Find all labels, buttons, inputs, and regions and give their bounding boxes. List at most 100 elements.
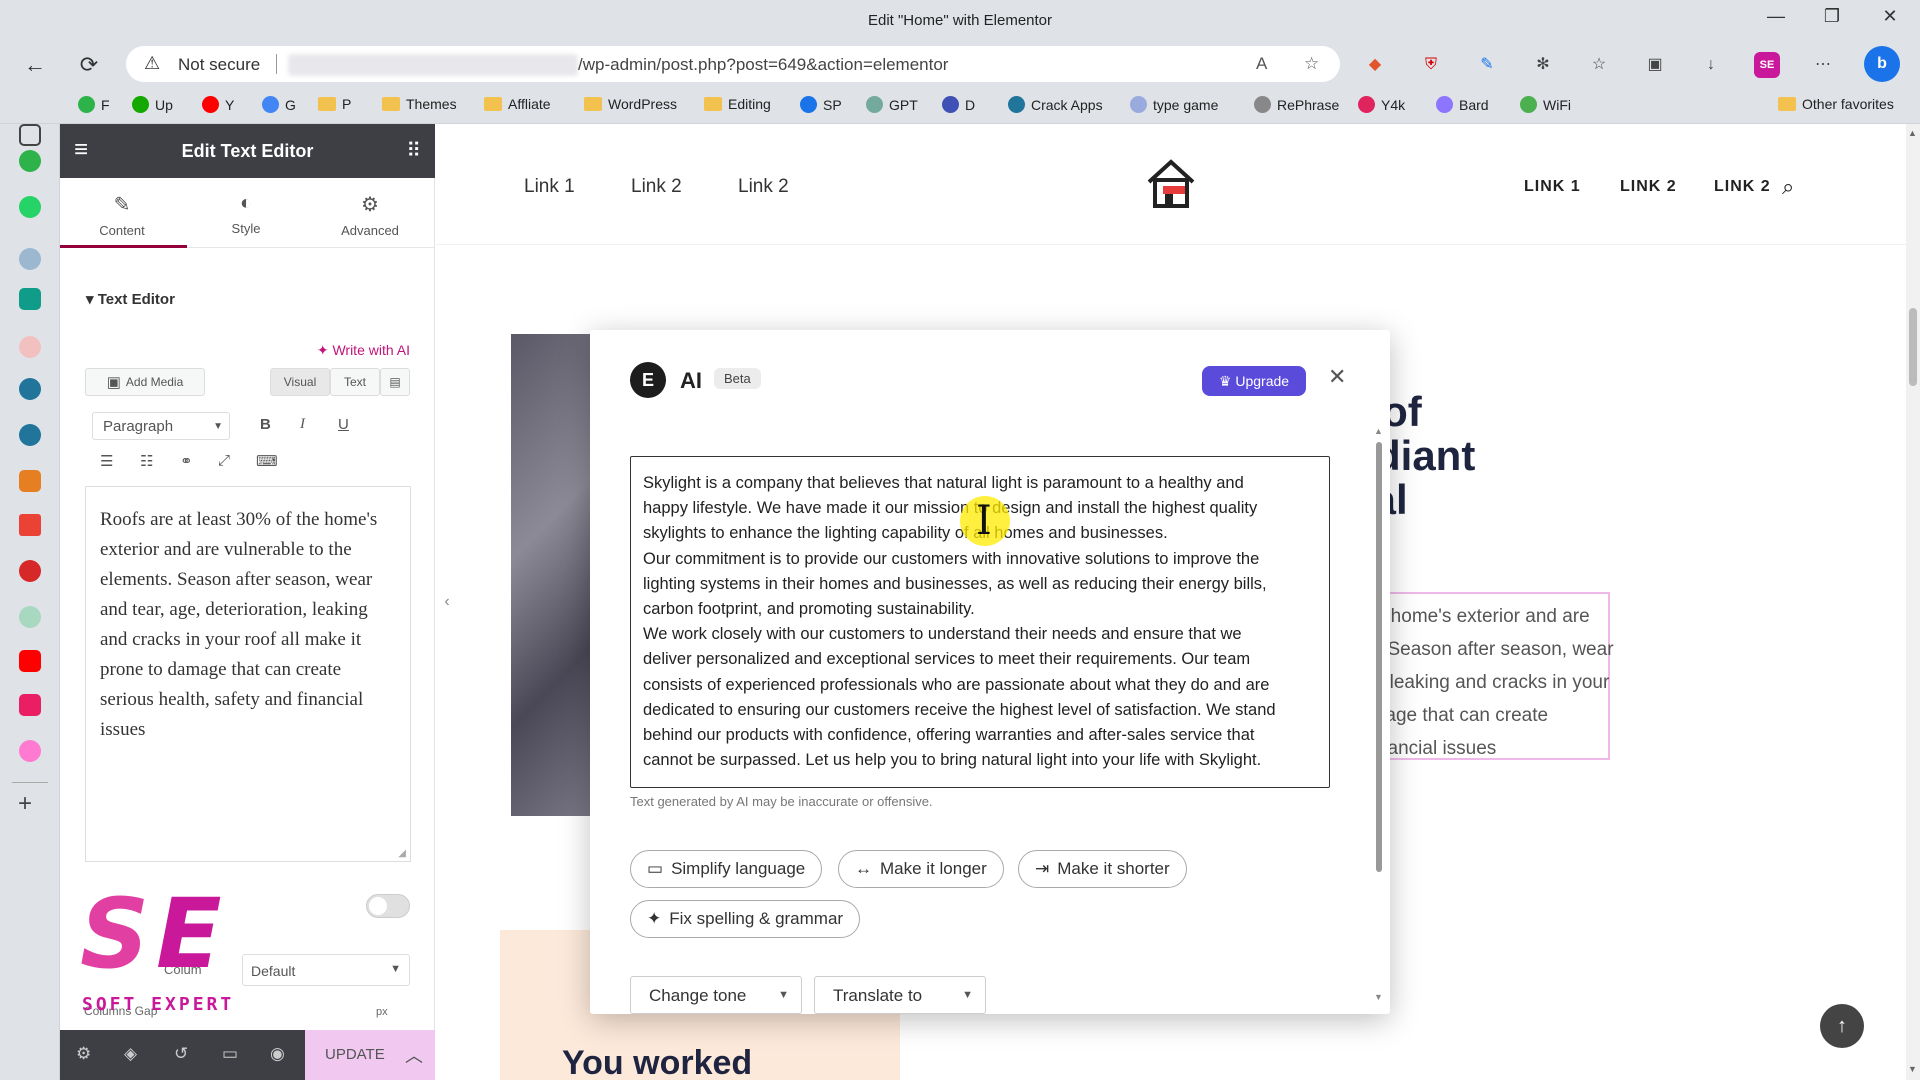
nav-link-right-3[interactable]: LINK 2 (1714, 178, 1771, 196)
scroll-up-icon[interactable]: ▲ (1374, 426, 1383, 436)
address-bar[interactable]: ⚠ Not secure /wp-admin/post.php?post=649… (126, 46, 1340, 82)
columns-select[interactable]: Default ▼ (242, 954, 410, 986)
write-with-ai-button[interactable]: ✦ Write with AI (317, 342, 410, 359)
bookmark-item[interactable]: P (318, 96, 351, 112)
tab-content[interactable]: ✎ Content (60, 192, 184, 238)
gmail-icon[interactable] (19, 514, 41, 536)
scrollbar-thumb[interactable] (1909, 308, 1917, 386)
simplify-language-button[interactable]: ▭ Simplify language (630, 850, 823, 888)
other-favorites[interactable]: Other favorites (1778, 96, 1894, 112)
search-icon[interactable]: ⌕ (1782, 174, 1794, 200)
unit-select[interactable]: px (376, 1006, 388, 1018)
numbered-list-icon[interactable]: ☷ (140, 452, 153, 470)
grid-icon[interactable]: ⠿ (406, 138, 421, 163)
underline-button[interactable]: U (338, 416, 349, 433)
drop-cap-toggle[interactable] (366, 894, 410, 918)
eyedropper-icon[interactable]: ✎ (1474, 52, 1500, 78)
translate-to-select[interactable]: Translate to ▼ (814, 976, 986, 1014)
sidebar-app-icon[interactable] (19, 606, 41, 628)
refresh-button[interactable]: ⟳ (74, 50, 104, 80)
make-longer-button[interactable]: ↔ Make it longer (838, 850, 1004, 888)
bookmark-item[interactable]: G (262, 96, 296, 113)
keyboard-icon[interactable]: ⌨ (256, 452, 278, 470)
profile-icon[interactable]: SE (1754, 52, 1780, 78)
wordpress-icon[interactable] (19, 424, 41, 446)
bookmark-item[interactable]: Y4k (1358, 96, 1405, 113)
update-button[interactable]: UPDATE ︿ (305, 1030, 435, 1080)
nav-link-1[interactable]: Link 1 (524, 176, 575, 198)
back-button[interactable]: ← (20, 50, 50, 80)
bookmark-item[interactable]: Crack Apps (1008, 96, 1103, 113)
bookmark-item[interactable]: Up (132, 96, 173, 113)
shield-icon[interactable]: ⛨ (1418, 52, 1444, 78)
read-aloud-icon[interactable]: A (1256, 54, 1267, 74)
bing-icon[interactable]: b (1864, 46, 1900, 82)
tab-style[interactable]: ◐ Style (184, 192, 308, 236)
modal-scrollbar[interactable]: ▲ ▼ (1374, 426, 1384, 1006)
favorites-icon[interactable]: ☆ (1586, 52, 1612, 78)
youtube-icon[interactable] (19, 650, 41, 672)
collections-icon[interactable]: ▣ (1642, 52, 1668, 78)
bookmark-item[interactable]: type game (1130, 96, 1218, 113)
chevron-up-icon[interactable]: ︿ (405, 1042, 423, 1068)
restore-button[interactable]: ❐ (1812, 6, 1852, 27)
bookmark-item[interactable]: RePhrase (1254, 96, 1339, 113)
make-shorter-button[interactable]: ⇥ Make it shorter (1018, 850, 1187, 888)
minimize-button[interactable]: — (1756, 6, 1796, 27)
preview-icon[interactable]: ◉ (270, 1044, 285, 1064)
panel-collapse-icon[interactable]: ‹ (436, 580, 458, 624)
text-tab[interactable]: Text (330, 368, 380, 396)
change-tone-select[interactable]: Change tone ▼ (630, 976, 802, 1014)
resize-handle-icon[interactable]: ◢ (398, 848, 406, 859)
wordpress-icon[interactable] (19, 378, 41, 400)
settings-icon[interactable]: ⚙ (76, 1044, 91, 1064)
scrollbar-thumb[interactable] (1376, 442, 1382, 872)
bullet-list-icon[interactable]: ☰ (100, 452, 113, 470)
nav-link-right-1[interactable]: LINK 1 (1524, 178, 1581, 196)
section-toggle[interactable]: ▾ Text Editor (86, 290, 175, 308)
nav-link-2[interactable]: Link 2 (631, 176, 682, 198)
bookmark-item[interactable]: F (78, 96, 110, 113)
bookmark-item[interactable]: GPT (866, 96, 918, 113)
scroll-up-icon[interactable]: ▲ (1908, 128, 1917, 138)
history-icon[interactable]: ↺ (174, 1044, 188, 1064)
page-scrollbar[interactable]: ▲ ▼ (1906, 124, 1920, 1080)
upgrade-button[interactable]: ♛ Upgrade (1202, 366, 1306, 396)
layers-icon[interactable]: ◈ (124, 1044, 137, 1064)
favorite-star-icon[interactable]: ☆ (1304, 54, 1319, 74)
format-select[interactable]: Paragraph ▼ (92, 412, 230, 440)
italic-button[interactable]: I (300, 416, 305, 433)
scroll-down-icon[interactable]: ▼ (1908, 1064, 1917, 1074)
bookmark-item[interactable]: Y (202, 96, 234, 113)
add-media-button[interactable]: ▣ Add Media (85, 368, 205, 396)
sidebar-tabs-icon[interactable] (19, 124, 41, 146)
responsive-icon[interactable]: ▭ (222, 1044, 238, 1064)
nav-link-right-2[interactable]: LINK 2 (1620, 178, 1677, 196)
scroll-top-button[interactable]: ↑ (1820, 1004, 1864, 1048)
bookmark-item[interactable]: WiFi (1520, 96, 1571, 113)
house-logo-icon[interactable] (1143, 156, 1199, 212)
fullscreen-icon[interactable]: ⤢ (218, 452, 230, 469)
close-modal-button[interactable]: ✕ (1328, 364, 1346, 390)
wordpress-icon[interactable] (19, 248, 41, 270)
nav-link-3[interactable]: Link 2 (738, 176, 789, 198)
close-window-button[interactable]: ✕ (1870, 6, 1910, 27)
fix-spelling-button[interactable]: ✦ Fix spelling & grammar (630, 900, 861, 938)
bookmark-item[interactable]: Affliate (484, 96, 551, 112)
sidebar-app-icon[interactable] (19, 470, 41, 492)
toolbar-toggle-icon[interactable]: ▤ (380, 368, 410, 396)
link-icon[interactable]: ⚭ (180, 452, 193, 470)
sidebar-app-icon[interactable] (19, 336, 41, 358)
sidebar-app-icon[interactable] (19, 150, 41, 172)
bold-button[interactable]: B (260, 416, 271, 433)
whatsapp-icon[interactable] (19, 196, 41, 218)
puzzle-icon[interactable]: ✻ (1530, 52, 1556, 78)
sidebar-app-icon[interactable] (19, 560, 41, 582)
scroll-down-icon[interactable]: ▼ (1374, 992, 1383, 1002)
tab-advanced[interactable]: ⚙ Advanced (308, 192, 432, 238)
visual-tab[interactable]: Visual (270, 368, 330, 396)
bookmark-item[interactable]: Bard (1436, 96, 1489, 113)
text-editor-area[interactable]: Roofs are at least 30% of the home's ext… (85, 486, 411, 862)
more-icon[interactable]: ⋯ (1810, 52, 1836, 78)
bookmark-item[interactable]: WordPress (584, 96, 677, 112)
